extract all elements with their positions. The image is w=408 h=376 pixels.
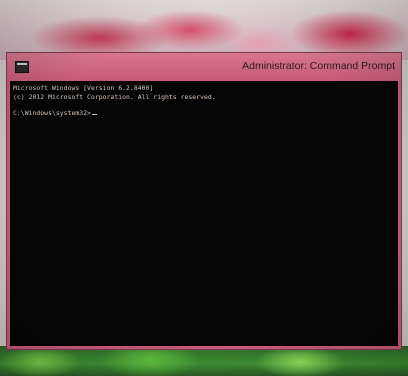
console-prompt: C:\Windows\system32>	[13, 109, 91, 117]
console-line-version: Microsoft Windows [Version 6.2.8400]	[13, 84, 154, 92]
desktop-wallpaper-bottom	[0, 346, 408, 376]
cmd-icon[interactable]	[15, 61, 29, 73]
photo-frame: Administrator: Command Prompt Microsoft …	[0, 0, 408, 376]
console-area[interactable]: Microsoft Windows [Version 6.2.8400] (c)…	[10, 81, 398, 346]
console-line-copyright: (c) 2012 Microsoft Corporation. All righ…	[13, 93, 216, 101]
text-cursor	[91, 113, 97, 115]
window-title: Administrator: Command Prompt	[242, 60, 395, 72]
desktop-wallpaper-top	[0, 0, 408, 60]
title-bar[interactable]: Administrator: Command Prompt	[7, 53, 401, 81]
console-prompt-line[interactable]: C:\Windows\system32>	[13, 109, 97, 117]
command-prompt-window[interactable]: Administrator: Command Prompt Microsoft …	[6, 52, 402, 350]
